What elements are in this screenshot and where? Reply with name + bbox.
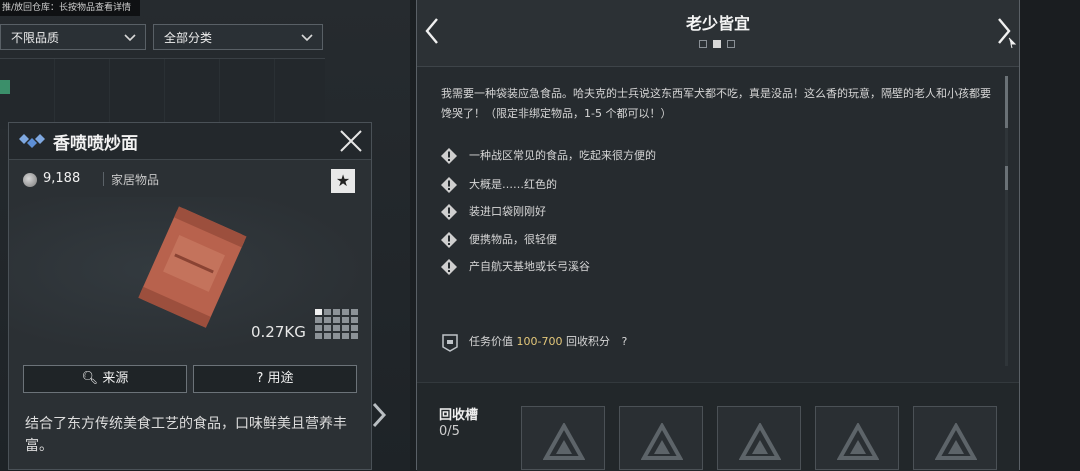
recycle-slot[interactable]: [717, 406, 801, 470]
clue-item: 装进口袋刚刚好: [441, 202, 841, 222]
hint-text: 推/放回仓库：长按物品查看详情: [0, 0, 140, 16]
rarity-diamonds-icon: [19, 134, 45, 148]
page-indicator: [695, 40, 741, 50]
recycle-slot-label: 回收槽: [439, 408, 479, 423]
noodle-bag-image: [138, 206, 247, 328]
quest-header: 老少皆宜: [417, 0, 1019, 67]
coin-icon: [23, 173, 37, 187]
usage-button-label: 用途: [267, 371, 294, 386]
warning-diamond-icon: [441, 259, 457, 275]
divider: [103, 172, 104, 186]
clue-text: 便携物品，很轻便: [469, 233, 557, 246]
inventory-item-thumbnail[interactable]: [0, 80, 10, 94]
clue-text: 大概是……红色的: [469, 178, 557, 191]
recycle-slot-count: 0/5: [439, 424, 460, 439]
recycle-slot[interactable]: [619, 406, 703, 470]
quality-filter-select[interactable]: 不限品质: [0, 24, 146, 50]
triangle-logo-icon: [837, 423, 879, 460]
warning-diamond-icon: [441, 232, 457, 248]
recycle-slot[interactable]: [521, 406, 605, 470]
reward-badge-icon: [442, 334, 458, 352]
clue-text: 装进口袋刚刚好: [469, 205, 546, 218]
item-card-header: 香喷喷炒面: [9, 123, 371, 160]
reward-prefix: 任务价值: [469, 335, 513, 348]
clue-item: 便携物品，很轻便: [441, 230, 841, 250]
usage-button[interactable]: ? 用途: [193, 365, 357, 393]
reward-range: 100-700: [516, 335, 563, 348]
chevron-right-icon[interactable]: [370, 400, 390, 430]
triangle-logo-icon: [935, 423, 977, 460]
search-icon: 🔍︎: [81, 371, 99, 386]
warning-diamond-icon: [441, 148, 457, 164]
item-price: 9,188: [43, 171, 81, 186]
chevron-down-icon: [301, 34, 313, 42]
category-filter-select[interactable]: 全部分类: [153, 24, 323, 50]
warning-diamond-icon: [441, 204, 457, 220]
quest-description: 我需要一种袋装应急食品。哈夫克的士兵说这东西军犬都不吃，真是没品！这么香的玩意，…: [441, 87, 991, 120]
quality-filter-value: 不限品质: [11, 31, 60, 45]
reward-help-icon[interactable]: ?: [621, 335, 627, 348]
quest-title: 老少皆宜: [685, 14, 750, 33]
warning-diamond-icon: [441, 177, 457, 193]
item-category: 家居物品: [111, 173, 160, 187]
recycle-slot[interactable]: [815, 406, 899, 470]
page-dot-active[interactable]: [713, 40, 721, 48]
recycle-slot[interactable]: [913, 406, 997, 470]
clue-item: 产自航天基地或长弓溪谷: [441, 257, 841, 277]
chevron-down-icon: [124, 34, 136, 42]
quest-panel: 老少皆宜 我需要一种袋装应急食品。哈夫克的士兵说这东西军犬都不吃，真是没品！这么…: [416, 0, 1020, 471]
item-detail-card: 香喷喷炒面 9,188 家居物品 ★ 0.27KG 🔍︎ 来源 ? 用途 结合了…: [8, 122, 372, 470]
help-icon: ?: [256, 371, 264, 386]
clue-item: 一种战区常见的食品，吃起来很方便的: [441, 146, 841, 166]
reward-suffix: 回收积分: [565, 335, 610, 348]
clue-item: 大概是……红色的: [441, 175, 841, 195]
clue-text: 一种战区常见的食品，吃起来很方便的: [469, 149, 656, 162]
scrollbar-thumb-secondary[interactable]: [1005, 166, 1008, 190]
quest-reward: 任务价值 100-700 回收积分 ?: [441, 330, 841, 354]
source-button-label: 来源: [102, 371, 129, 386]
page-dot[interactable]: [727, 40, 735, 48]
clue-text: 产自航天基地或长弓溪谷: [469, 260, 590, 273]
triangle-logo-icon: [641, 423, 683, 460]
item-weight: 0.27KG: [251, 323, 306, 341]
star-icon: ★: [335, 171, 351, 190]
triangle-logo-icon: [543, 423, 585, 460]
item-description: 结合了东方传统美食工艺的食品，口味鲜美且营养丰富。: [25, 416, 347, 454]
favorite-star-button[interactable]: ★: [331, 169, 355, 193]
chevron-right-icon[interactable]: [995, 16, 1017, 50]
scrollbar-thumb[interactable]: [1005, 76, 1008, 128]
page-dot[interactable]: [699, 40, 707, 48]
inventory-grid: [0, 58, 325, 129]
item-size-grid-icon: [315, 309, 358, 339]
right-backdrop: [1020, 0, 1080, 470]
category-filter-value: 全部分类: [164, 31, 213, 45]
item-name: 香喷喷炒面: [53, 134, 138, 154]
close-icon[interactable]: [339, 129, 363, 153]
source-button[interactable]: 🔍︎ 来源: [23, 365, 187, 393]
triangle-logo-icon: [739, 423, 781, 460]
